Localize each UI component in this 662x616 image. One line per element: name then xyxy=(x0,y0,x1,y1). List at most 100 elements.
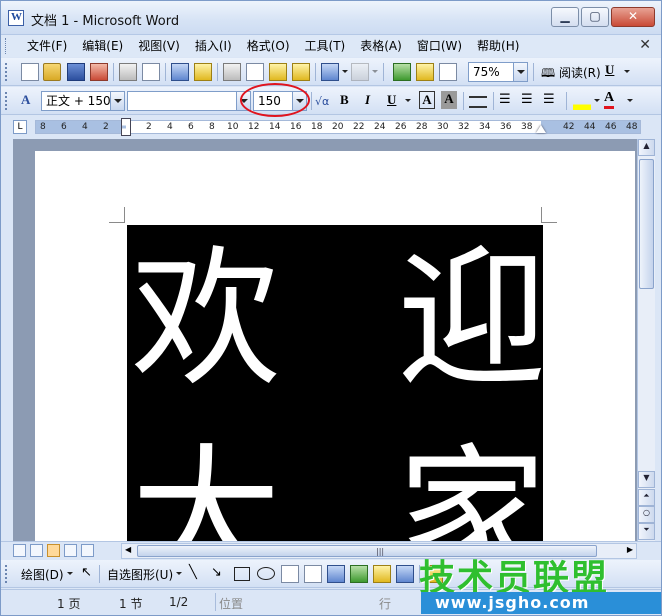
redo-icon[interactable] xyxy=(351,63,369,81)
read-button[interactable]: 🕮 阅读(R) xyxy=(541,64,601,85)
paste-icon[interactable] xyxy=(269,63,287,81)
previous-page-button[interactable]: ⏶ xyxy=(638,489,655,506)
draw-dropdown-icon[interactable] xyxy=(67,572,73,575)
tab-selector[interactable]: L xyxy=(13,120,27,134)
font-color-button[interactable]: A xyxy=(604,90,615,109)
selected-text-block[interactable]: 欢 迎 大 家 xyxy=(127,225,543,541)
cut-icon[interactable] xyxy=(223,63,241,81)
font-dropdown-icon[interactable] xyxy=(236,92,250,110)
menu-table[interactable]: 表格(A) xyxy=(358,38,410,54)
minimize-button[interactable]: ▁ xyxy=(551,7,579,27)
document-page[interactable]: 欢 迎 大 家 xyxy=(35,151,635,541)
textbox-icon[interactable] xyxy=(281,565,299,583)
undo-icon[interactable] xyxy=(321,63,339,81)
document-close-icon[interactable]: ✕ xyxy=(639,37,651,53)
close-button[interactable]: ✕ xyxy=(611,7,655,27)
insert-table-icon[interactable] xyxy=(439,63,457,81)
draw-menu-button[interactable]: 绘图(D) xyxy=(21,566,64,583)
hyperlink-icon[interactable] xyxy=(393,63,411,81)
underline-extra-button[interactable]: U xyxy=(605,62,614,78)
align-icon[interactable] xyxy=(469,96,487,108)
menu-insert[interactable]: 插入(I) xyxy=(193,38,240,54)
bullets-icon[interactable]: ☰ xyxy=(521,92,539,110)
underline-button[interactable]: U xyxy=(387,92,396,108)
scroll-left-icon[interactable]: ◀ xyxy=(125,545,131,554)
font-size-dropdown-icon[interactable] xyxy=(292,92,306,110)
highlight-icon[interactable] xyxy=(573,92,591,110)
font-select[interactable] xyxy=(127,91,251,111)
arrow-icon[interactable]: ↘ xyxy=(211,565,222,580)
format-painter-icon[interactable] xyxy=(292,63,310,81)
toolbar-grip[interactable] xyxy=(5,63,8,81)
scroll-down-button[interactable]: ▼ xyxy=(638,471,655,488)
scroll-up-button[interactable]: ▲ xyxy=(638,139,655,156)
outline-view-button[interactable] xyxy=(64,544,77,557)
menu-tools[interactable]: 工具(T) xyxy=(303,38,354,54)
autoshapes-dropdown-icon[interactable] xyxy=(176,572,182,575)
styles-formatting-icon[interactable]: A xyxy=(21,92,39,110)
copy-icon[interactable] xyxy=(246,63,264,81)
menu-help[interactable]: 帮助(H) xyxy=(475,38,527,54)
toolbar-grip[interactable] xyxy=(5,565,8,583)
toolbar-grip[interactable] xyxy=(5,92,8,110)
print-icon[interactable] xyxy=(119,63,137,81)
research-icon[interactable] xyxy=(194,63,212,81)
first-line-indent-handle[interactable] xyxy=(121,118,131,136)
open-folder-icon[interactable] xyxy=(43,63,61,81)
char-border-button[interactable]: A xyxy=(419,91,435,109)
vertical-textbox-icon[interactable] xyxy=(304,565,322,583)
indent-icon[interactable]: ☰ xyxy=(543,92,561,110)
select-objects-icon[interactable]: ↖ xyxy=(81,565,92,580)
maximize-button[interactable]: ▢ xyxy=(581,7,609,27)
char-shading-button[interactable]: A xyxy=(441,91,457,109)
spelling-icon[interactable] xyxy=(171,63,189,81)
normal-view-button[interactable] xyxy=(13,544,26,557)
italic-button[interactable]: I xyxy=(365,92,370,108)
vertical-scroll-thumb[interactable] xyxy=(639,159,654,289)
next-page-button[interactable]: ⏷ xyxy=(638,523,655,540)
diagram-icon[interactable] xyxy=(350,565,368,583)
equation-icon[interactable]: √α xyxy=(315,95,329,108)
menu-window[interactable]: 窗口(W) xyxy=(415,38,470,54)
line-icon[interactable]: ╲ xyxy=(189,565,197,580)
web-view-button[interactable] xyxy=(30,544,43,557)
menu-format[interactable]: 格式(O) xyxy=(245,38,298,54)
tables-borders-icon[interactable] xyxy=(416,63,434,81)
title-bar[interactable]: 文档 1 - Microsoft Word ▁ ▢ ✕ xyxy=(1,1,661,35)
wordart-icon[interactable] xyxy=(327,565,345,583)
save-icon[interactable] xyxy=(67,63,85,81)
numbering-icon[interactable]: ☰ xyxy=(499,92,517,110)
print-preview-icon[interactable] xyxy=(142,63,160,81)
menu-edit[interactable]: 编辑(E) xyxy=(80,38,131,54)
reading-view-button[interactable] xyxy=(81,544,94,557)
select-browse-object-button[interactable]: ○ xyxy=(638,506,655,523)
bold-button[interactable]: B xyxy=(340,92,349,108)
new-document-icon[interactable] xyxy=(21,63,39,81)
menu-view[interactable]: 视图(V) xyxy=(136,38,188,54)
oval-icon[interactable] xyxy=(257,567,275,580)
font-size-select[interactable]: 150 xyxy=(253,91,307,111)
redo-dropdown-icon[interactable] xyxy=(372,70,378,73)
style-select[interactable]: 正文 + 150 xyxy=(41,91,125,111)
style-dropdown-icon[interactable] xyxy=(110,92,124,110)
autoshapes-button[interactable]: 自选图形(U) xyxy=(107,566,173,583)
permission-icon[interactable] xyxy=(90,63,108,81)
horizontal-ruler[interactable]: 8 6 4 2 2 4 6 8 10 12 14 16 18 20 22 24 … xyxy=(35,118,641,136)
zoom-select[interactable]: 75% xyxy=(468,62,528,82)
highlight-dropdown-icon[interactable] xyxy=(594,99,600,102)
clipart-icon[interactable] xyxy=(373,565,391,583)
zoom-dropdown-icon[interactable] xyxy=(513,63,527,81)
vertical-scrollbar[interactable]: ▲ ▼ ⏶ ○ ⏷ xyxy=(637,139,655,541)
underline-dropdown-icon[interactable] xyxy=(405,99,411,102)
toolbar-options-icon[interactable] xyxy=(624,70,630,73)
picture-icon[interactable] xyxy=(396,565,414,583)
right-indent-handle[interactable] xyxy=(536,125,546,133)
document-area[interactable]: 欢 迎 大 家 xyxy=(13,139,637,541)
undo-dropdown-icon[interactable] xyxy=(342,70,348,73)
menu-file[interactable]: 文件(F) xyxy=(25,38,75,54)
font-color-dropdown-icon[interactable] xyxy=(627,99,633,102)
scroll-right-icon[interactable]: ▶ xyxy=(627,545,633,554)
menu-grip[interactable] xyxy=(5,38,8,54)
print-view-button[interactable] xyxy=(47,544,60,557)
rectangle-icon[interactable] xyxy=(234,567,250,581)
